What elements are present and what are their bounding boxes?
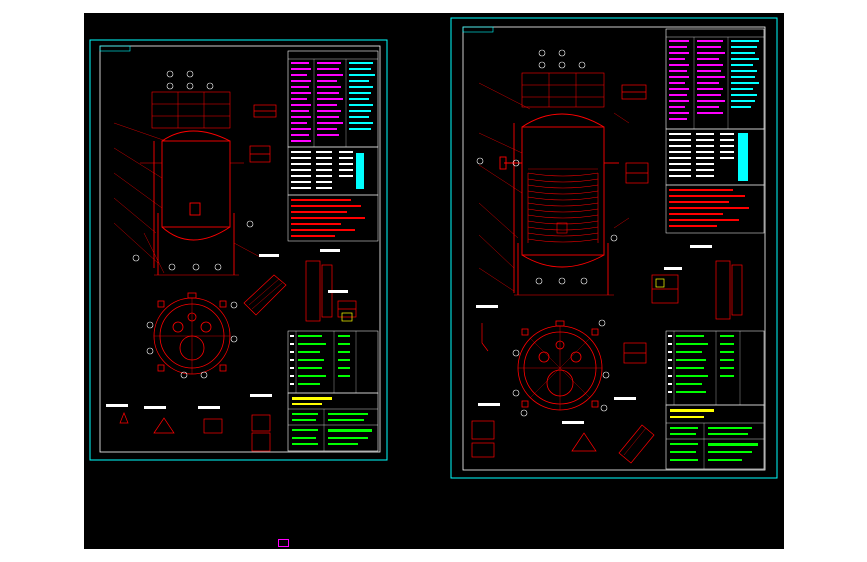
top-view (153, 292, 231, 375)
corner-tag (462, 26, 494, 33)
technical-table-left (287, 50, 379, 242)
detail-views-right (471, 260, 743, 464)
drawing-sheet-right (450, 17, 778, 479)
cad-viewport[interactable] (84, 13, 784, 549)
inner-border (462, 26, 766, 471)
cad-drawing-canvas (89, 17, 778, 479)
top-view (517, 320, 603, 411)
drawing-sheet-left (89, 39, 388, 461)
detail-top-right-left (249, 104, 277, 163)
heating-coil (527, 172, 599, 243)
technical-table-right (665, 28, 765, 234)
title-block-right (665, 404, 765, 470)
corner-tag (99, 45, 131, 52)
detail-views-left (119, 260, 357, 452)
vessel-elevation-with-coil (478, 72, 630, 296)
nozzle-table-left (287, 330, 379, 394)
layout-tab-icon[interactable] (278, 539, 289, 547)
vessel-elevation (113, 91, 261, 276)
nozzle-table-right (665, 330, 765, 406)
sheet-border (89, 39, 388, 461)
title-block-left (287, 392, 379, 452)
detail-labels-right (476, 245, 712, 424)
detail-top-right-right (621, 84, 649, 184)
